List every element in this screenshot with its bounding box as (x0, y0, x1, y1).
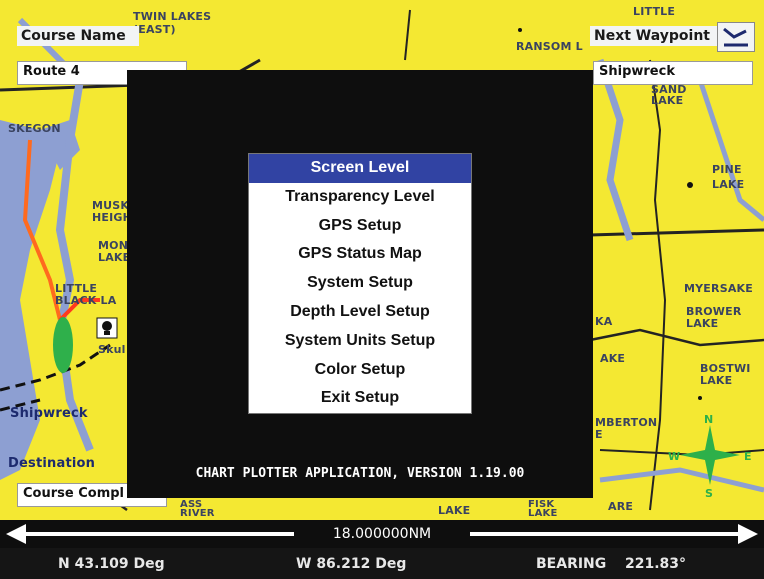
svg-text:N: N (704, 413, 713, 426)
map-label: ARE (608, 500, 634, 513)
scale-bar: 18.000000NM (0, 520, 764, 548)
next-waypoint-field[interactable]: Shipwreck (593, 61, 753, 85)
map-label: BOSTWI LAKE (700, 362, 751, 387)
menu-item-gps-status-map[interactable]: GPS Status Map (249, 240, 471, 269)
svg-text:W: W (668, 450, 680, 463)
menu-item-system-units-setup[interactable]: System Units Setup (249, 327, 471, 356)
route-toggle-button[interactable] (717, 22, 755, 52)
map-label: Skul (98, 343, 126, 356)
map-label: FISK LAKE (528, 499, 558, 519)
bearing-label: BEARING (536, 556, 607, 572)
destination-map-label: Destination (8, 456, 96, 471)
route-toggle-icon (723, 27, 748, 47)
svg-text:S: S (705, 487, 713, 500)
menu-item-system-setup[interactable]: System Setup (249, 269, 471, 298)
svg-text:E: E (744, 450, 752, 463)
map-label: RANSOM L (516, 40, 583, 53)
next-waypoint-label: Next Waypoint (590, 26, 722, 46)
map-label: PINE LAKE (712, 163, 745, 191)
shipwreck-map-label: Shipwreck (10, 406, 88, 421)
skull-waypoint-icon[interactable] (96, 317, 118, 339)
map-label: TWIN LAKES (EAST) (133, 10, 212, 36)
map-label: SAND LAKE (651, 83, 687, 107)
map-label: KA (595, 315, 613, 328)
map-label: BROWER LAKE (686, 305, 742, 330)
map-label: LITTLE (633, 5, 676, 18)
latitude-text: N 43.109 Deg (58, 556, 165, 572)
menu-item-exit-setup[interactable]: Exit Setup (249, 384, 471, 413)
menu-item-transparency-level[interactable]: Transparency Level (249, 183, 471, 212)
map-label: MBERTON E (595, 416, 658, 441)
map-label: SKEGON (8, 122, 61, 135)
course-name-label: Course Name (17, 26, 139, 46)
menu-item-screen-level[interactable]: Screen Level (249, 154, 471, 183)
map-label: LAKE (438, 504, 471, 517)
map-label: AKE (600, 352, 626, 365)
longitude-text: W 86.212 Deg (296, 556, 407, 572)
boat-position-icon (53, 317, 73, 373)
version-text: CHART PLOTTER APPLICATION, VERSION 1.19.… (195, 466, 525, 481)
status-bar: N 43.109 Deg W 86.212 Deg BEARING 221.83… (0, 548, 764, 579)
setup-menu: Screen Level Transparency Level GPS Setu… (248, 153, 472, 415)
map-label: MYERSAKE (684, 282, 753, 295)
menu-item-depth-level-setup[interactable]: Depth Level Setup (249, 298, 471, 327)
map-label: MON LAKE (98, 239, 131, 264)
menu-item-gps-setup[interactable]: GPS Setup (249, 212, 471, 241)
map-label: LITTLE BLACK LA (55, 282, 117, 307)
menu-item-color-setup[interactable]: Color Setup (249, 356, 471, 385)
scale-text: 18.000000NM (332, 526, 432, 542)
bearing-value: 221.83° (625, 556, 687, 572)
map-label: ASS RIVER (180, 499, 215, 519)
